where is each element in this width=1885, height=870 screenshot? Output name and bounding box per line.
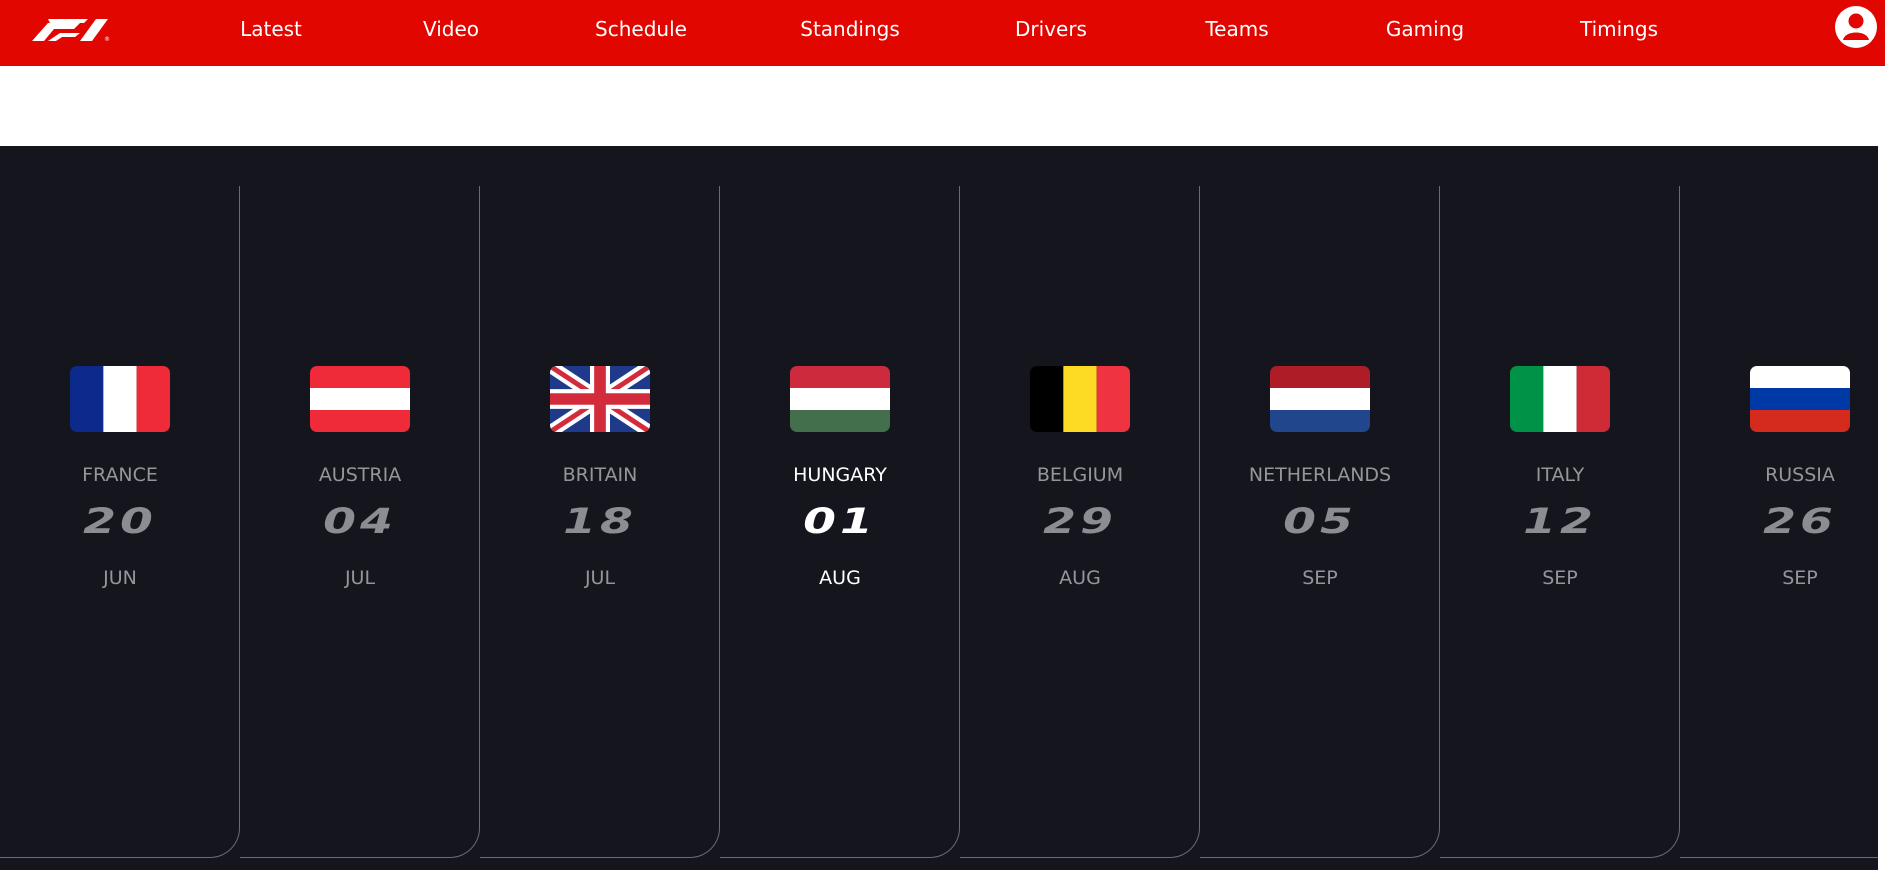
nav-schedule[interactable]: Schedule	[595, 0, 687, 58]
race-month: JUN	[103, 567, 137, 589]
nav-standings[interactable]: Standings	[800, 0, 900, 58]
nav-drivers[interactable]: Drivers	[1015, 0, 1087, 58]
race-country: RUSSIA	[1765, 464, 1835, 486]
page-edge	[1878, 146, 1885, 870]
netherlands-flag-icon	[1270, 366, 1370, 432]
nav-gaming[interactable]: Gaming	[1386, 0, 1464, 58]
race-country: ITALY	[1535, 464, 1585, 486]
race-country: AUSTRIA	[318, 464, 402, 486]
top-navbar: ® Latest Video Schedule Standings Driver…	[0, 0, 1885, 66]
user-account-icon[interactable]	[1834, 5, 1878, 49]
race-day: 26	[1763, 502, 1837, 542]
race-month: SEP	[1542, 567, 1578, 589]
f1-logo[interactable]: ®	[28, 15, 112, 41]
belgium-flag-icon	[1030, 366, 1130, 432]
britain-flag-icon	[550, 366, 650, 432]
ad-banner-space	[0, 66, 1885, 146]
race-month: SEP	[1782, 567, 1818, 589]
austria-flag-icon	[310, 366, 410, 432]
race-country: BELGIUM	[1036, 464, 1124, 486]
race-card-russia[interactable]: RUSSIA 26 SEP	[1680, 186, 1878, 858]
russia-flag-icon	[1750, 366, 1850, 432]
france-flag-icon	[70, 366, 170, 432]
race-month: JUL	[344, 567, 376, 589]
race-country: FRANCE	[82, 464, 158, 486]
nav-latest[interactable]: Latest	[240, 0, 302, 58]
race-month: SEP	[1302, 567, 1338, 589]
race-month: JUL	[584, 567, 616, 589]
nav-timings[interactable]: Timings	[1580, 0, 1658, 58]
nav-video[interactable]: Video	[423, 0, 479, 58]
svg-text:®: ®	[104, 36, 110, 41]
race-country: NETHERLANDS	[1248, 464, 1392, 486]
hungary-flag-icon	[790, 366, 890, 432]
race-schedule-strip: FRANCE 20 JUN AUSTRIA 04 JUL BRITAIN 18 …	[0, 146, 1878, 870]
race-country: BRITAIN	[562, 464, 638, 486]
italy-flag-icon	[1510, 366, 1610, 432]
race-country: HUNGARY	[793, 464, 887, 486]
race-month: AUG	[1059, 567, 1101, 589]
nav-teams[interactable]: Teams	[1205, 0, 1268, 58]
race-month: AUG	[819, 567, 861, 589]
